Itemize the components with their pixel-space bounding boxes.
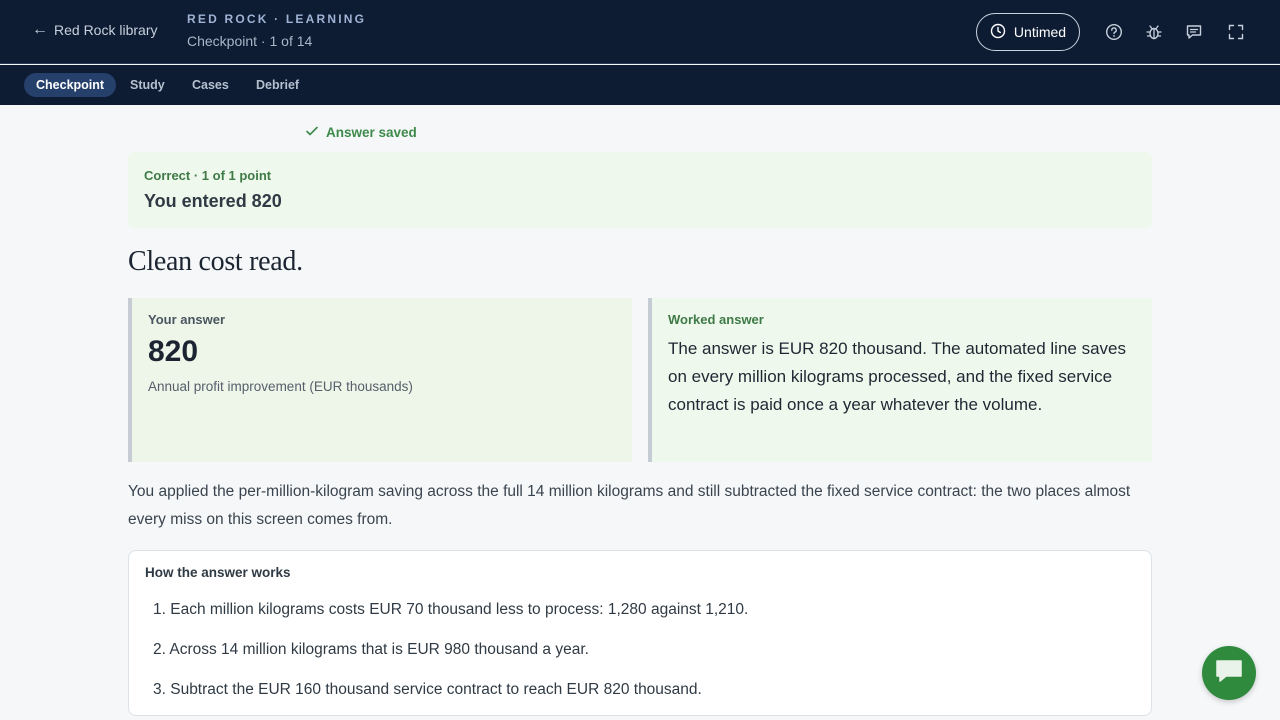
back-to-library-link[interactable]: ← Red Rock library xyxy=(32,21,158,39)
brand-block: RED ROCK · LEARNING Checkpoint · 1 of 14 xyxy=(187,12,366,49)
your-answer-label: Your answer xyxy=(148,312,226,327)
top-bar: ← Red Rock library RED ROCK · LEARNING C… xyxy=(0,0,1280,64)
tab-checkpoint[interactable]: Checkpoint xyxy=(24,73,117,97)
worked-answer-card: Worked answer The answer is EUR 820 thou… xyxy=(648,298,1152,462)
comment-icon[interactable] xyxy=(1184,22,1204,42)
result-banner: Correct · 1 of 1 point You entered 820 xyxy=(128,152,1152,228)
feedback-headline: Clean cost read. xyxy=(128,246,303,277)
worked-answer-label: Worked answer xyxy=(668,312,764,327)
clock-icon xyxy=(990,23,1006,42)
timer-label: Untimed xyxy=(1013,24,1067,40)
back-link-label: Red Rock library xyxy=(54,22,158,38)
answer-saved-status: Answer saved xyxy=(305,124,417,141)
list-item: 3. Subtract the EUR 160 thousand service… xyxy=(153,681,702,698)
how-it-works-title: How the answer works xyxy=(145,565,291,580)
list-item: 2. Across 14 million kilograms that is E… xyxy=(153,641,589,658)
checkpoint-progress: Checkpoint · 1 of 14 xyxy=(187,33,313,49)
help-icon[interactable] xyxy=(1104,22,1124,42)
worked-answer-text: The answer is EUR 820 thousand. The auto… xyxy=(668,339,1127,414)
fullscreen-icon[interactable] xyxy=(1226,22,1246,42)
brand-title: RED ROCK · LEARNING xyxy=(187,12,367,26)
timer-button[interactable]: Untimed xyxy=(976,13,1080,51)
bug-icon[interactable] xyxy=(1144,22,1164,42)
saved-label: Answer saved xyxy=(326,125,417,140)
explanation-text: You applied the per-million-kilogram sav… xyxy=(128,483,1131,528)
your-answer-caption: Annual profit improvement (EUR thousands… xyxy=(148,379,413,394)
chat-icon xyxy=(1214,658,1244,689)
result-score: Correct · 1 of 1 point xyxy=(144,168,272,183)
list-item: 1. Each million kilograms costs EUR 70 t… xyxy=(153,601,749,618)
your-answer-value: 820 xyxy=(148,335,199,368)
tab-bar: Checkpoint Study Cases Debrief xyxy=(0,65,1280,105)
entered-value: You entered 820 xyxy=(144,191,282,211)
how-it-works-panel: How the answer works 1. Each million kil… xyxy=(128,550,1152,716)
check-icon xyxy=(305,124,319,141)
your-answer-card: Your answer 820 Annual profit improvemen… xyxy=(128,298,632,462)
tab-study[interactable]: Study xyxy=(118,73,177,97)
chat-button[interactable] xyxy=(1202,646,1256,700)
arrow-left-icon: ← xyxy=(32,21,48,38)
tab-cases[interactable]: Cases xyxy=(180,73,241,97)
tab-debrief[interactable]: Debrief xyxy=(244,73,311,97)
